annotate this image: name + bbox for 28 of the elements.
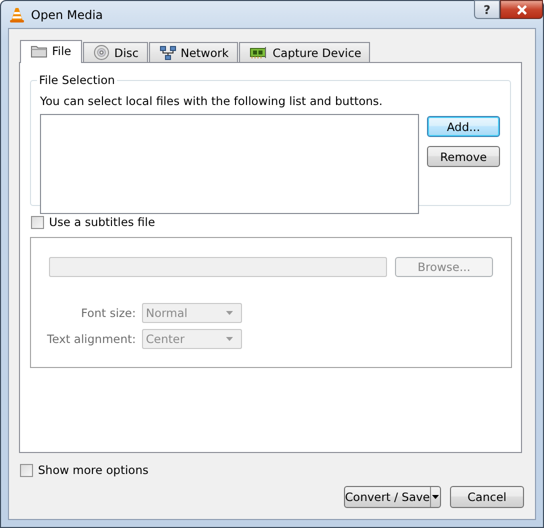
option-label: Text alignment: (47, 332, 136, 346)
tab[interactable]: Capture Device (238, 42, 370, 62)
dropdown-arrow-icon[interactable] (432, 495, 439, 499)
folder-icon (31, 44, 47, 58)
group-title: File Selection (37, 73, 117, 87)
remove-button[interactable]: Remove (427, 146, 500, 167)
dropdown-arrow-icon (226, 337, 233, 341)
file-list[interactable] (40, 114, 419, 214)
help-button[interactable]: ? (474, 0, 500, 19)
dropdown-arrow-icon (226, 311, 233, 315)
window-title: Open Media (31, 8, 103, 22)
tab[interactable]: Disc (83, 42, 148, 62)
convert-save-button[interactable]: Convert / Save (344, 486, 441, 508)
disc-icon (94, 45, 110, 60)
add-button[interactable]: Add... (427, 116, 500, 137)
cancel-button[interactable]: Cancel (450, 486, 524, 508)
tab[interactable]: File (20, 40, 82, 63)
close-button[interactable] (500, 0, 543, 19)
checkbox[interactable] (20, 464, 33, 476)
network-icon (160, 46, 176, 60)
capture-card-icon (250, 46, 268, 59)
description-text: You can select local files with the following list and buttons. (40, 94, 384, 108)
checkbox-label: Show more options (38, 463, 148, 477)
checkbox-label: Use a subtitles file (49, 215, 156, 229)
close-icon (516, 4, 528, 14)
traffic-cone-icon (9, 6, 25, 22)
option-label: Font size: (80, 306, 136, 320)
tab[interactable]: Network (148, 42, 238, 62)
